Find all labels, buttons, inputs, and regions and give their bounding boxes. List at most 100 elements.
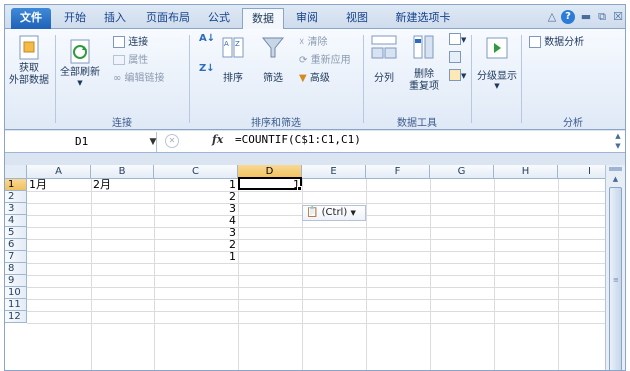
cell-c1[interactable]: 1	[154, 179, 236, 191]
help-icon[interactable]: ?	[561, 10, 575, 24]
tab-page-layout[interactable]: 页面布局	[139, 8, 197, 29]
column-header-b[interactable]: B	[91, 165, 154, 179]
tab-home[interactable]: 开始	[57, 8, 93, 29]
refresh-all-button[interactable]: 全部刷新 ▼	[57, 33, 103, 93]
group-label-data-tools: 数据工具	[397, 118, 437, 129]
gridline	[27, 227, 605, 228]
get-external-data-button[interactable]: 获取 外部数据	[7, 33, 51, 93]
cell-a1[interactable]: 1月	[29, 179, 47, 191]
cancel-icon[interactable]: ✕	[165, 134, 179, 148]
group-separator	[363, 35, 364, 123]
sort-asc-button[interactable]: A↓	[199, 33, 215, 44]
links-icon: ∞	[113, 73, 122, 84]
fill-handle[interactable]	[297, 186, 302, 191]
text-to-columns-button[interactable]: 分列	[367, 33, 401, 93]
connections-button[interactable]: 连接	[113, 33, 148, 48]
gridline	[27, 299, 605, 300]
restore-icon[interactable]: ⧉	[595, 10, 609, 24]
gridline	[27, 251, 605, 252]
column-header-i[interactable]: I	[558, 165, 605, 179]
dropdown-arrow-icon: ▼	[77, 79, 83, 87]
group-separator	[55, 35, 56, 123]
svg-text:A: A	[224, 40, 229, 48]
gridline	[27, 323, 605, 324]
worksheet-grid[interactable]: A B C D E F G H I 1 2 3 4 5 6 7 8 9 10 1…	[5, 165, 605, 370]
minimize-ribbon-icon[interactable]: △	[545, 10, 559, 24]
sort-descending-icon: Z↓	[199, 63, 215, 74]
tab-view[interactable]: 视图	[339, 8, 375, 29]
row-header[interactable]: 1	[5, 179, 27, 191]
sort-button[interactable]: A Z 排序	[219, 33, 247, 93]
remove-duplicates-button[interactable]: 删除 重复项	[405, 33, 443, 93]
cell-b1[interactable]: 2月	[93, 179, 111, 191]
insert-function-icon[interactable]: fx	[212, 133, 223, 146]
cell-c2[interactable]: 2	[154, 191, 236, 203]
ribbon-data: 获取 外部数据 全部刷新 ▼ 连接 属性 ∞ 编辑链接 连接 A↓ Z↓ A Z…	[5, 29, 625, 130]
row-header[interactable]: 12	[5, 311, 27, 323]
edit-links-button[interactable]: ∞ 编辑链接	[113, 69, 165, 84]
row-header[interactable]: 4	[5, 215, 27, 227]
gridline	[27, 239, 605, 240]
paste-options-button[interactable]: 📋 (Ctrl) ▼	[302, 205, 366, 221]
advanced-filter-button[interactable]: ▼ 高级	[299, 69, 330, 84]
what-if-button[interactable]: ▼	[449, 69, 466, 81]
properties-button[interactable]: 属性	[113, 51, 148, 66]
row-header[interactable]: 2	[5, 191, 27, 203]
text-to-columns-icon	[371, 35, 397, 59]
external-data-icon	[19, 35, 39, 60]
filter-button[interactable]: 筛选	[257, 33, 289, 93]
column-header-g[interactable]: G	[430, 165, 494, 179]
vertical-scrollbar[interactable]: ▲ ≡	[605, 165, 625, 370]
split-handle[interactable]	[609, 167, 622, 171]
row-header[interactable]: 9	[5, 275, 27, 287]
column-header-c[interactable]: C	[154, 165, 238, 179]
cell-c3[interactable]: 3	[154, 203, 236, 215]
ribbon-tab-bar: 文件 开始 插入 页面布局 公式 数据 审阅 视图 新建选项卡 △ ? ▬ ⧉ …	[5, 5, 625, 29]
clear-filter-button[interactable]: ☓ 清除	[299, 33, 328, 48]
sort-desc-button[interactable]: Z↓	[199, 63, 215, 74]
tab-formulas[interactable]: 公式	[201, 8, 237, 29]
select-all-corner[interactable]	[5, 165, 27, 179]
row-header[interactable]: 10	[5, 287, 27, 299]
tab-file[interactable]: 文件	[11, 8, 51, 29]
data-validation-button[interactable]: ▼	[449, 33, 466, 45]
consolidate-button[interactable]	[449, 51, 461, 63]
spacer	[5, 154, 625, 165]
name-box[interactable]: D1	[5, 132, 157, 152]
row-header[interactable]: 11	[5, 299, 27, 311]
name-box-dropdown-icon[interactable]: ▼	[147, 132, 159, 152]
tab-new[interactable]: 新建选项卡	[387, 8, 459, 29]
data-analysis-button[interactable]: 数据分析	[529, 33, 584, 48]
formula-input[interactable]: =COUNTIF(C$1:C1,C1)	[235, 133, 361, 146]
tab-data[interactable]: 数据	[242, 8, 284, 29]
row-header[interactable]: 3	[5, 203, 27, 215]
tab-insert[interactable]: 插入	[97, 8, 133, 29]
close-icon[interactable]: ☒	[611, 10, 625, 24]
outline-button[interactable]: 分级显示 ▼	[475, 33, 519, 93]
minimize-icon[interactable]: ▬	[579, 10, 593, 24]
row-header[interactable]: 7	[5, 251, 27, 263]
scroll-up-icon[interactable]: ▲	[609, 173, 622, 185]
row-header[interactable]: 8	[5, 263, 27, 275]
column-header-f[interactable]: F	[366, 165, 430, 179]
dropdown-arrow-icon: ▼	[461, 72, 467, 80]
group-label-connections: 连接	[112, 118, 132, 129]
cell-c6[interactable]: 2	[154, 239, 236, 251]
outline-icon	[486, 37, 508, 59]
gridline	[27, 287, 605, 288]
reapply-filter-button[interactable]: ⟳ 重新应用	[299, 51, 351, 66]
data-validation-icon	[449, 33, 461, 45]
column-header-a[interactable]: A	[27, 165, 91, 179]
properties-icon	[113, 55, 125, 65]
formula-bar-expand-icon[interactable]: ▲ ▼	[611, 131, 625, 153]
tab-review[interactable]: 审阅	[289, 8, 325, 29]
cell-c4[interactable]: 4	[154, 215, 236, 227]
column-header-h[interactable]: H	[494, 165, 558, 179]
row-header[interactable]: 5	[5, 227, 27, 239]
scrollbar-thumb[interactable]: ≡	[609, 187, 622, 370]
connections-icon	[113, 36, 125, 48]
cell-c5[interactable]: 3	[154, 227, 236, 239]
cell-c7[interactable]: 1	[154, 251, 236, 263]
column-header-e[interactable]: E	[302, 165, 366, 179]
row-header[interactable]: 6	[5, 239, 27, 251]
